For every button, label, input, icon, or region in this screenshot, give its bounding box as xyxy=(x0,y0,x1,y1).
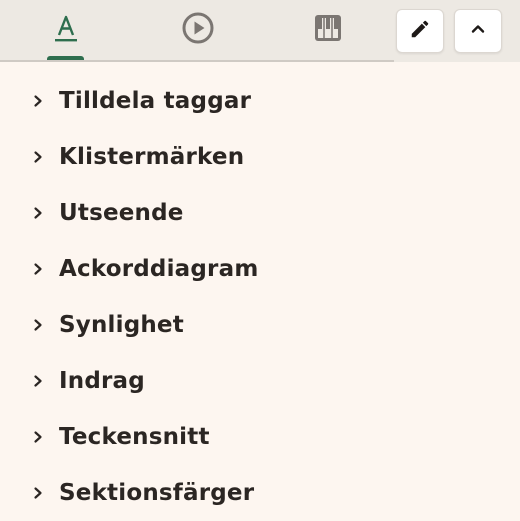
pencil-icon xyxy=(409,18,431,44)
tab-piano[interactable] xyxy=(302,0,354,60)
section-label: Teckensnitt xyxy=(59,424,210,450)
play-circle-icon xyxy=(181,11,215,49)
chevron-right-icon xyxy=(31,94,45,108)
section-visibility[interactable]: Synlighet xyxy=(0,297,520,353)
chevron-right-icon xyxy=(31,374,45,388)
chevron-right-icon xyxy=(31,206,45,220)
chevron-right-icon xyxy=(31,318,45,332)
edit-button[interactable] xyxy=(396,9,444,53)
collapse-button[interactable] xyxy=(454,9,502,53)
chevron-up-icon xyxy=(469,20,487,42)
section-fonts[interactable]: Teckensnitt xyxy=(0,409,520,465)
section-label: Tilldela taggar xyxy=(59,88,252,114)
section-label: Indrag xyxy=(59,368,145,394)
piano-keys-icon xyxy=(313,13,343,47)
section-appearance[interactable]: Utseende xyxy=(0,185,520,241)
settings-section-list: Tilldela taggar Klistermärken Utseende A… xyxy=(0,73,520,521)
tab-text-format[interactable] xyxy=(40,0,92,60)
text-format-icon xyxy=(53,13,79,47)
chevron-right-icon xyxy=(31,150,45,164)
section-label: Klistermärken xyxy=(59,144,245,170)
section-chord-diagrams[interactable]: Ackorddiagram xyxy=(0,241,520,297)
chevron-right-icon xyxy=(31,486,45,500)
section-label: Ackorddiagram xyxy=(59,256,259,282)
toolbar-divider xyxy=(0,60,394,62)
tab-playback[interactable] xyxy=(172,0,224,60)
section-label: Utseende xyxy=(59,200,184,226)
chevron-right-icon xyxy=(31,262,45,276)
section-label: Synlighet xyxy=(59,312,184,338)
chevron-right-icon xyxy=(31,430,45,444)
top-toolbar xyxy=(0,0,520,62)
section-indent[interactable]: Indrag xyxy=(0,353,520,409)
section-assign-tags[interactable]: Tilldela taggar xyxy=(0,73,520,129)
section-label: Sektionsfärger xyxy=(59,480,255,506)
section-section-colors[interactable]: Sektionsfärger xyxy=(0,465,520,521)
section-stickers[interactable]: Klistermärken xyxy=(0,129,520,185)
